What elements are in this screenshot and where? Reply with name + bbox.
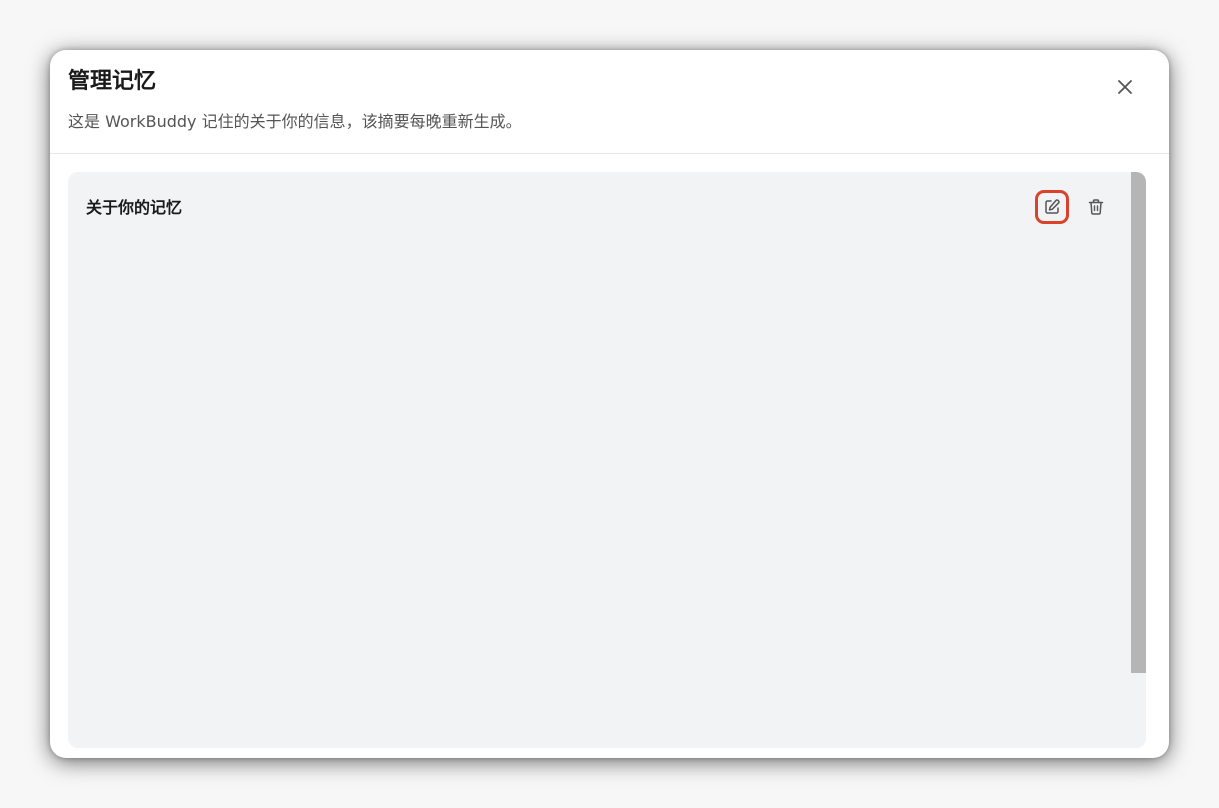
edit-memory-button[interactable]: [1035, 190, 1069, 224]
scrollbar-thumb[interactable]: [1131, 172, 1146, 673]
edit-icon: [1045, 199, 1060, 214]
delete-memory-button[interactable]: [1081, 192, 1111, 222]
dialog-header: 管理记忆 这是 WorkBuddy 记住的关于你的信息，该摘要每晚重新生成。: [50, 50, 1169, 154]
scrollbar-track[interactable]: [1131, 172, 1146, 748]
memory-card: 关于你的记忆: [68, 172, 1146, 748]
memory-card-title: 关于你的记忆: [86, 198, 183, 217]
close-icon: [1118, 80, 1132, 94]
dialog-subtitle: 这是 WorkBuddy 记住的关于你的信息，该摘要每晚重新生成。: [68, 112, 522, 131]
manage-memory-dialog: 管理记忆 这是 WorkBuddy 记住的关于你的信息，该摘要每晚重新生成。 关…: [50, 50, 1169, 758]
close-button[interactable]: [1110, 72, 1140, 102]
trash-icon: [1088, 199, 1104, 215]
dialog-title: 管理记忆: [68, 69, 157, 94]
